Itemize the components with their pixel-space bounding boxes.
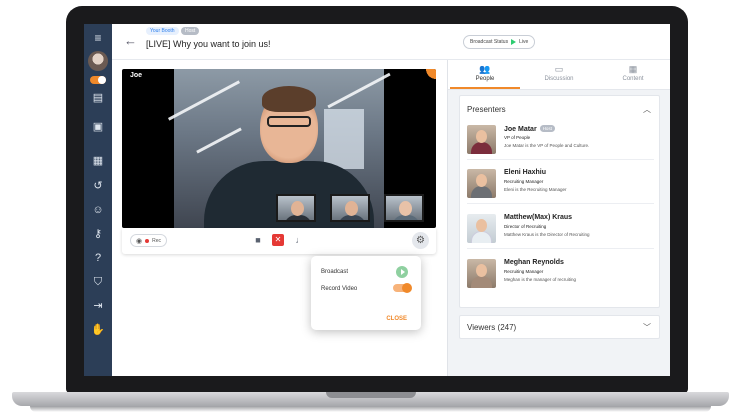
people-icon: 👥 [479,64,491,74]
camera-icon[interactable]: ■ [252,234,264,246]
page-header: ← Your Booth Host [LIVE] Why you want to… [112,24,670,60]
presenter-name-row: Joe Matar Host [504,125,555,133]
table-icon[interactable]: ▦ [91,154,105,168]
viewers-card[interactable]: Viewers (247) ﹀ [459,315,660,339]
video-corner-marker [426,69,436,79]
chevron-up-icon[interactable]: ︿ [643,104,651,115]
history-icon[interactable]: ↺ [91,179,105,193]
presenter-avatar [467,259,496,288]
active-tab-indicator [450,87,520,89]
avatar[interactable] [88,51,108,71]
broadcast-play-button[interactable] [396,266,408,278]
presenter-avatar [467,125,496,154]
participant-thumbnail[interactable] [384,194,424,222]
eye-icon: ◉ [136,237,143,245]
right-panel: 👥 People ▭ Discussion ▦ Content Presente… [447,60,670,376]
content-icon: ▦ [628,64,638,74]
laptop-notch [326,392,416,398]
close-button[interactable]: CLOSE [386,316,407,322]
shield-icon[interactable]: ⛉ [91,275,105,289]
speaker-glasses [267,116,311,127]
chevron-down-icon[interactable]: ﹀ [643,322,651,333]
hand-icon[interactable]: ✋ [91,323,105,337]
settings-gear-icon[interactable]: ⚙ [412,232,429,249]
tab-people[interactable]: 👥 People [448,64,522,82]
menu-icon[interactable]: ≡ [91,31,105,45]
broadcast-status-label: Broadcast Status [470,39,509,45]
key-icon[interactable]: ⚷ [91,227,105,241]
speaker-name-label: Joe [130,72,143,79]
presenter-name: Joe Matar [504,126,537,133]
presenter-role: VP of People [504,135,531,140]
host-badge: Host [181,27,200,35]
viewers-label: Viewers (247) [467,323,517,332]
presenter-name: Matthew(Max) Kraus [504,214,573,221]
video-stage: Joe [122,69,436,228]
booth-badge: Your Booth [146,27,179,35]
screenshare-off-icon[interactable]: ✕ [272,234,284,246]
presenter-description: Eleni is the Recruiting Manager [504,187,567,192]
back-arrow-icon[interactable]: ← [124,33,137,48]
presenter-role: Director of Recruiting [504,224,547,229]
presenter-item[interactable]: Eleni Haxhiu Recruiting Manager Eleni is… [467,167,654,204]
speaker-hair [262,86,316,112]
tab-content[interactable]: ▦ Content [596,64,670,82]
presenter-name: Eleni Haxhiu [504,169,547,176]
host-badge: Host [539,125,555,132]
presenter-item[interactable]: Matthew(Max) Kraus Director of Recruitin… [467,212,654,249]
rec-label: Rec [152,237,162,244]
laptop-shadow [30,406,711,412]
face-icon[interactable]: ☺ [91,203,105,217]
presenter-role: Recruiting Manager [504,269,544,274]
presenter-avatar [467,169,496,198]
live-play-icon [511,39,517,45]
microphone-icon[interactable]: ♩ [294,234,306,246]
broadcast-settings-popover: Broadcast Record Video CLOSE [311,256,421,330]
app-screen: ≡ ▤ ▣ ▦ ↺ ☺ ⚷ ? ⛉ ⇥ ✋ ← Your Booth Host … [84,24,670,376]
presenters-title: Presenters [467,105,506,114]
record-video-toggle[interactable] [393,283,412,293]
ceiling-light [196,127,242,154]
presenter-item[interactable]: Meghan Reynolds Recruiting Manager Megha… [467,257,654,294]
broadcast-status-value: Live [519,39,529,45]
list-icon[interactable]: ▤ [91,91,105,105]
rec-dot-icon [145,238,150,243]
presenter-name: Meghan Reynolds [504,259,564,266]
tab-label: People [475,76,495,82]
office-window [324,109,364,169]
status-toggle[interactable] [90,76,106,84]
ceiling-light [167,80,241,121]
tab-label: Discussion [544,76,574,82]
presenter-description: Meghan is the manager of recruiting [504,277,577,282]
help-icon[interactable]: ? [91,251,105,265]
record-pill[interactable]: ◉ Rec [130,234,168,247]
tab-discussion[interactable]: ▭ Discussion [522,64,596,82]
record-video-label: Record Video [321,286,358,292]
ceiling-light [327,72,391,109]
tab-label: Content [622,76,644,82]
video-controls-bar: ◉ Rec ■ ✕ ♩ ⚙ [122,228,436,254]
sidebar: ≡ ▤ ▣ ▦ ↺ ☺ ⚷ ? ⛉ ⇥ ✋ [84,24,112,376]
discussion-icon: ▭ [554,64,564,74]
presenter-avatar [467,214,496,243]
participant-thumbnail[interactable] [276,194,316,222]
presenter-description: Joe Matar is the VP of People and Cultur… [504,143,590,148]
presenter-description: Matthew Kraus is the Director of Recruit… [504,232,590,237]
calendar-check-icon[interactable]: ▣ [91,120,105,134]
panel-tabs: 👥 People ▭ Discussion ▦ Content [448,60,670,90]
broadcast-label: Broadcast [321,269,349,275]
broadcast-status-pill[interactable]: Broadcast Status Live [463,35,536,49]
presenter-item[interactable]: Joe Matar Host VP of People Joe Matar is … [467,123,654,160]
presenter-role: Recruiting Manager [504,179,544,184]
participant-thumbnail[interactable] [330,194,370,222]
laptop-frame: ≡ ▤ ▣ ▦ ↺ ☺ ⚷ ? ⛉ ⇥ ✋ ← Your Booth Host … [0,0,741,418]
page-title: [LIVE] Why you want to join us! [146,39,271,49]
presenters-card: Presenters ︿ Joe Matar Host VP of People … [459,95,660,308]
exit-icon[interactable]: ⇥ [91,299,105,313]
